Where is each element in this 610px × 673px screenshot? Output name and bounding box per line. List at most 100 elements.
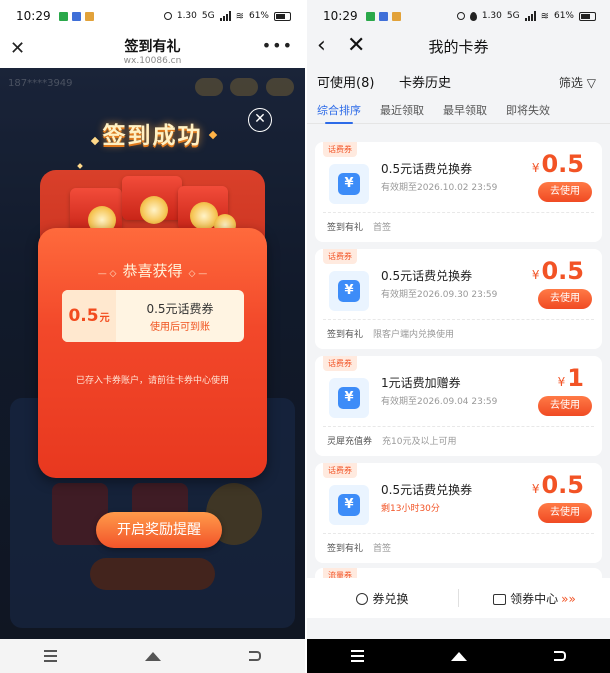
filter-button[interactable]: 筛选 ▽ (559, 74, 596, 91)
coupon-price: ¥0.5 (532, 257, 584, 285)
system-nav-bar (0, 639, 305, 673)
page-title: 我的卡券 (428, 38, 489, 56)
coupon-tag: 话费券 (323, 463, 357, 478)
coupon-footer: 灵犀充值券 充10元及以上可用 (327, 434, 456, 447)
wifi-icon: ≋ (235, 10, 244, 22)
card-divider (323, 426, 594, 427)
coupon-name: 0.5元话费兑换券 (381, 483, 473, 497)
signal-icon (219, 11, 231, 21)
currency-symbol: ¥ (531, 268, 540, 282)
system-nav-bar (307, 639, 610, 673)
use-coupon-button[interactable]: 去使用 (538, 289, 592, 309)
coupon-footer: 签到有礼 限客户端内兑换使用 (327, 327, 454, 340)
coupon-rule: 首签 (373, 544, 392, 554)
coupon-exchange-button[interactable]: 券兑换 (307, 590, 458, 607)
coupon-rule: 首签 (373, 223, 392, 233)
coupon-amount-value: 0.5 (68, 306, 99, 326)
tab-usable[interactable]: 可使用(8) (317, 72, 374, 91)
notification-app-icon (84, 11, 94, 21)
coupon-price-value: 0.5 (541, 257, 584, 285)
yuan-icon: ¥ (329, 378, 369, 418)
currency-symbol: ¥ (557, 375, 566, 389)
back-icon[interactable] (249, 651, 261, 661)
coupon-card[interactable]: 话费券 ¥ 0.5元话费兑换券 有效期至2026.09.30 23:59 ¥0.… (315, 249, 602, 349)
sort-options: 综合排序 最近领取 最早领取 即将失效 (307, 98, 610, 124)
coupon-source: 签到有礼 (327, 223, 364, 233)
coupon-source: 灵犀充值券 (327, 437, 373, 447)
sort-earliest[interactable]: 最早领取 (443, 102, 487, 118)
page-header: ‹ ✕ 我的卡券 (307, 32, 610, 62)
coupon-expiry: 剩13小时30分 (381, 504, 440, 514)
coupon-center-button[interactable]: 领券中心»» (459, 590, 610, 607)
back-icon[interactable] (554, 651, 567, 661)
webview-header: ✕ 签到有礼 wx.10086.cn ••• (0, 32, 305, 68)
network-type: 5G (506, 11, 520, 21)
coupon-tabs: 可使用(8) 卡券历史 筛选 ▽ (307, 62, 610, 98)
popup-close-button[interactable]: ✕ (248, 108, 272, 132)
page-url: wx.10086.cn (123, 56, 182, 66)
close-icon[interactable]: ✕ (10, 38, 25, 59)
coupon-exchange-label: 券兑换 (372, 591, 409, 606)
coupon-amount-unit: 元 (99, 312, 110, 324)
coupon-footer: 签到有礼 首签 (327, 541, 391, 554)
exchange-icon (356, 592, 369, 605)
status-bar: 10:29 1.30 5G ≋ 61% (0, 0, 305, 32)
use-coupon-button[interactable]: 去使用 (538, 182, 592, 202)
yuan-icon: ¥ (329, 164, 369, 204)
coupon-name: 0.5元话费券 (146, 302, 214, 316)
use-coupon-button[interactable]: 去使用 (538, 396, 592, 416)
currency-symbol: ¥ (531, 482, 540, 496)
page-title: 签到有礼 (124, 39, 181, 55)
battery-icon (579, 11, 596, 21)
coupon-price: ¥0.5 (532, 150, 584, 178)
filter-icon: ▽ (586, 76, 596, 90)
reward-heading-text: 恭喜获得 (122, 262, 183, 280)
coupon-tag: 话费券 (323, 356, 357, 371)
status-time: 10:29 (16, 9, 51, 23)
close-icon[interactable]: ✕ (347, 32, 365, 60)
diamond-icon: ◇ — (188, 269, 208, 279)
diamond-icon: — ◇ (97, 269, 117, 279)
network-type: 5G (201, 11, 215, 21)
sort-expiring[interactable]: 即将失效 (506, 102, 550, 118)
enable-reminder-button[interactable]: 开启奖励提醒 (96, 512, 222, 548)
home-icon[interactable] (450, 651, 467, 661)
home-icon[interactable] (145, 651, 161, 661)
network-speed: 1.30 (176, 11, 197, 21)
battery-icon (274, 11, 291, 21)
coupon-card[interactable]: 话费券 ¥ 0.5元话费兑换券 剩13小时30分 ¥0.5 去使用 签到有礼 首签 (315, 463, 602, 563)
coupon-card[interactable]: 话费券 ¥ 1元话费加赠券 有效期至2026.09.04 23:59 ¥1 去使… (315, 356, 602, 456)
alarm-icon (163, 12, 172, 20)
notification-app-icon (58, 11, 68, 21)
coupon-name: 0.5元话费兑换券 (381, 162, 473, 176)
sort-overall[interactable]: 综合排序 (317, 102, 361, 124)
notification-app-icon (391, 11, 401, 21)
more-icon[interactable]: ••• (262, 36, 293, 55)
left-screen: 10:29 1.30 5G ≋ 61% ✕ 签到有礼 wx.10086.cn •… (0, 0, 305, 673)
coupon-source: 签到有礼 (327, 330, 364, 340)
location-icon (469, 11, 477, 21)
tab-history[interactable]: 卡券历史 (399, 72, 451, 91)
coupon-price-value: 1 (567, 364, 584, 392)
coupon-price: ¥1 (558, 364, 584, 392)
reward-note: 已存入卡券账户，请前往卡券中心使用 (75, 376, 229, 386)
coupon-center-label: 领券中心 (510, 591, 559, 606)
yuan-icon: ¥ (329, 485, 369, 525)
alarm-icon (456, 12, 465, 20)
back-arrow-icon[interactable]: ‹ (317, 32, 326, 60)
signin-page: 187****3949 签到成功 ✕ — ◇ 恭喜获得 ◇ — 0.5 元 0.5 (0, 68, 305, 639)
status-bar: 10:29 1.30 5G ≋ 61% (307, 0, 610, 32)
network-speed: 1.30 (481, 11, 502, 21)
coupon-price: ¥0.5 (532, 471, 584, 499)
card-divider (323, 212, 594, 213)
use-coupon-button[interactable]: 去使用 (538, 503, 592, 523)
coin-icon (140, 196, 168, 224)
notification-app-icon (378, 11, 388, 21)
coupon-name: 1元话费加赠券 (381, 376, 461, 390)
coupon-card[interactable]: 话费券 ¥ 0.5元话费兑换券 有效期至2026.10.02 23:59 ¥0.… (315, 142, 602, 242)
filter-label: 筛选 (558, 76, 583, 90)
recent-apps-icon[interactable] (44, 650, 57, 662)
battery-percent: 61% (553, 11, 574, 21)
recent-apps-icon[interactable] (350, 650, 364, 662)
sort-recent[interactable]: 最近领取 (380, 102, 424, 118)
